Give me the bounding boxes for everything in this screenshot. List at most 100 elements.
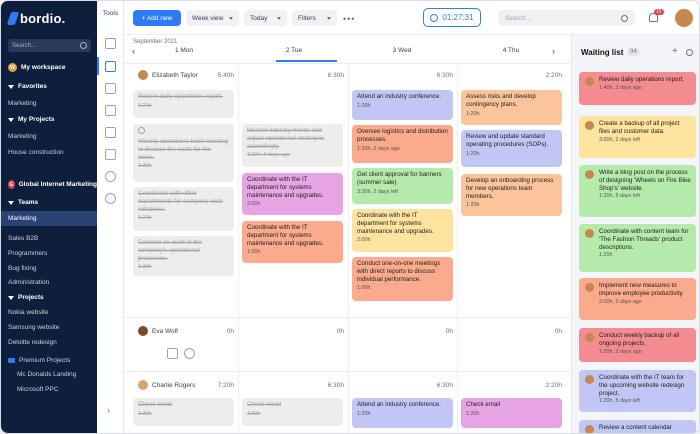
- folder-icon[interactable]: [105, 127, 116, 138]
- sidebar-team-space[interactable]: G Global Internet Marketing: [1, 177, 97, 192]
- chevron-right-icon[interactable]: ›: [107, 405, 110, 415]
- today-label: Today: [250, 14, 268, 22]
- chevron-right-icon[interactable]: ›: [552, 46, 555, 56]
- day-header-tue[interactable]: 2 Tue: [274, 47, 314, 54]
- user-row-eva[interactable]: Eva Wolf: [138, 326, 178, 336]
- task-card[interactable]: Oversee logistics and distribution proce…: [352, 125, 453, 163]
- task-card[interactable]: Get client approval for banners (summer …: [352, 168, 453, 204]
- waiting-card[interactable]: Review a content calendar: [579, 420, 696, 433]
- filters-dropdown[interactable]: Filters: [292, 10, 337, 26]
- search-icon[interactable]: [686, 49, 693, 56]
- list-icon[interactable]: [105, 38, 116, 49]
- task-card[interactable]: Monitor industry trends and adjust opera…: [242, 124, 343, 167]
- bordio-logo-icon: [6, 12, 20, 25]
- sidebar-item-house-construction[interactable]: House construction: [1, 145, 97, 160]
- favorites-label: Favorites: [18, 83, 47, 90]
- waiting-card[interactable]: Coordinate with content team for 'The Fa…: [579, 224, 696, 272]
- task-card[interactable]: Attend an industry conference. 1:20h: [352, 398, 453, 428]
- check-circle-icon[interactable]: [184, 348, 195, 359]
- sidebar-my-projects-toggle[interactable]: My Projects: [1, 112, 97, 127]
- sidebar-item-mc-donalds-landing[interactable]: Mc Donalds Landing: [1, 367, 97, 382]
- sidebar-projects-toggle[interactable]: Projects: [1, 290, 97, 305]
- user-icon[interactable]: [105, 171, 116, 182]
- time-tracker-button[interactable]: 01:27:31: [423, 8, 481, 27]
- day-total: 0h: [226, 328, 234, 335]
- sidebar-item-microsoft-ppc[interactable]: Microsoft PPC: [1, 382, 97, 397]
- row-divider: [124, 317, 571, 318]
- task-card[interactable]: Check email 1:20h: [242, 398, 343, 426]
- task-card[interactable]: Conduct one-on-one meetings with direct …: [352, 257, 453, 301]
- day-header-wed[interactable]: 3 Wed: [382, 47, 422, 54]
- search-input[interactable]: Search...: [498, 10, 635, 26]
- sidebar-item-label: Deloitte redesign: [8, 339, 57, 346]
- sidebar-item-nokia-website[interactable]: Nokia website: [1, 305, 97, 320]
- task-title: Coordinate with the IT department for sy…: [247, 224, 324, 247]
- brand-logo[interactable]: bordio.: [6, 11, 65, 26]
- calendar-icon[interactable]: [167, 348, 178, 359]
- user-row-charlie[interactable]: Charlie Rogers: [138, 380, 195, 390]
- task-title: Check email: [247, 401, 282, 408]
- sidebar-item-my-marketing[interactable]: Marketing: [1, 129, 97, 144]
- avatar: [138, 70, 148, 80]
- task-card[interactable]: Coordinate with other departments for co…: [133, 187, 234, 231]
- rail-active-indicator: [97, 57, 99, 75]
- task-card[interactable]: Check email 1:20h: [133, 398, 234, 426]
- sidebar-item-sales-b2b[interactable]: Sales B2B: [1, 231, 97, 246]
- user-name: Charlie Rogers: [152, 381, 196, 389]
- task-card[interactable]: Develop an onboarding process for new op…: [461, 174, 562, 216]
- board-icon[interactable]: [105, 105, 116, 116]
- sidebar-item-label: House construction: [8, 149, 64, 156]
- task-card[interactable]: Attend an industry conference. 1:20h: [352, 90, 453, 120]
- task-card[interactable]: Review and update standard operating pro…: [461, 130, 562, 167]
- sidebar-item-samsung-website[interactable]: Samsung website: [1, 320, 97, 335]
- calendar-icon[interactable]: [105, 61, 116, 72]
- waiting-card[interactable]: Coordinate with the IT team for the upco…: [579, 370, 696, 412]
- task-card[interactable]: Review daily operations report. 1:20h: [133, 90, 234, 118]
- task-card[interactable]: Coordinate with the IT department for sy…: [352, 209, 453, 252]
- avatar: [138, 326, 148, 336]
- add-icon[interactable]: +: [672, 46, 678, 57]
- day-total: 2:20h: [545, 382, 562, 389]
- day-header-thu[interactable]: 4 Thu: [491, 47, 531, 54]
- sidebar-item-bug-fixing[interactable]: Bug fixing: [1, 261, 97, 276]
- waiting-card-meta: 1:40h, 2 days ago: [599, 84, 642, 91]
- task-meta: 1:20h: [138, 215, 152, 222]
- task-card[interactable]: Coordinate with the IT department for sy…: [242, 221, 343, 263]
- sidebar-item-team-marketing[interactable]: Marketing: [1, 211, 97, 226]
- sidebar-workspace[interactable]: W My workspace: [1, 60, 97, 75]
- sidebar-premium-projects-toggle[interactable]: Premium Projects: [1, 353, 97, 368]
- header-divider: [124, 63, 571, 64]
- task-card[interactable]: Conduct an audit of the company's operat…: [133, 236, 234, 276]
- sidebar-teams-toggle[interactable]: Teams: [1, 195, 97, 210]
- user-name: Elizabeth Taylor: [152, 71, 198, 79]
- more-options-icon[interactable]: •••: [343, 14, 355, 24]
- waiting-card[interactable]: Write a blog post on the process of desi…: [579, 165, 696, 217]
- day-header-mon[interactable]: 1 Mon: [164, 47, 204, 54]
- sidebar-item-administration[interactable]: Administration: [1, 275, 97, 290]
- week-view-dropdown[interactable]: Week view: [186, 10, 239, 26]
- sidebar-search-input[interactable]: Search...: [8, 39, 91, 52]
- user-row-elizabeth[interactable]: Elizabeth Taylor: [138, 70, 198, 80]
- add-new-button[interactable]: + Add new: [133, 10, 181, 26]
- task-card[interactable]: Check email 1:20h: [461, 398, 562, 428]
- clipboard-check-icon[interactable]: [105, 83, 116, 94]
- waiting-card[interactable]: Implement new measures to improve employ…: [579, 278, 696, 320]
- task-card[interactable]: Coordinate with the IT department for sy…: [242, 173, 343, 215]
- waiting-card[interactable]: Review daily operations report. 1:40h, 2…: [579, 72, 696, 105]
- sidebar-item-fav-marketing[interactable]: Marketing: [1, 96, 97, 111]
- task-title: Attend an industry conference.: [357, 93, 441, 100]
- sidebar-item-label: Marketing: [8, 100, 37, 107]
- gear-icon[interactable]: [105, 193, 116, 204]
- task-card[interactable]: Assess risks and develop contingency pla…: [461, 90, 562, 125]
- waiting-card-meta: 1:20h, 5 days left: [599, 193, 641, 200]
- waiting-card[interactable]: Create a backup of all project files and…: [579, 116, 696, 158]
- task-card[interactable]: Weekly operations team meeting to discus…: [133, 124, 234, 182]
- sidebar-item-deloitte-redesign[interactable]: Deloitte redesign: [1, 335, 97, 350]
- today-dropdown[interactable]: Today: [244, 10, 287, 26]
- user-avatar[interactable]: [675, 9, 693, 27]
- clipboard-icon[interactable]: [105, 149, 116, 160]
- chevron-left-icon[interactable]: ‹: [132, 46, 135, 56]
- sidebar-favorites-toggle[interactable]: Favorites: [1, 79, 97, 94]
- sidebar-item-programmers[interactable]: Programmers: [1, 246, 97, 261]
- waiting-card[interactable]: Conduct weekly backup of all ongoing pro…: [579, 328, 696, 362]
